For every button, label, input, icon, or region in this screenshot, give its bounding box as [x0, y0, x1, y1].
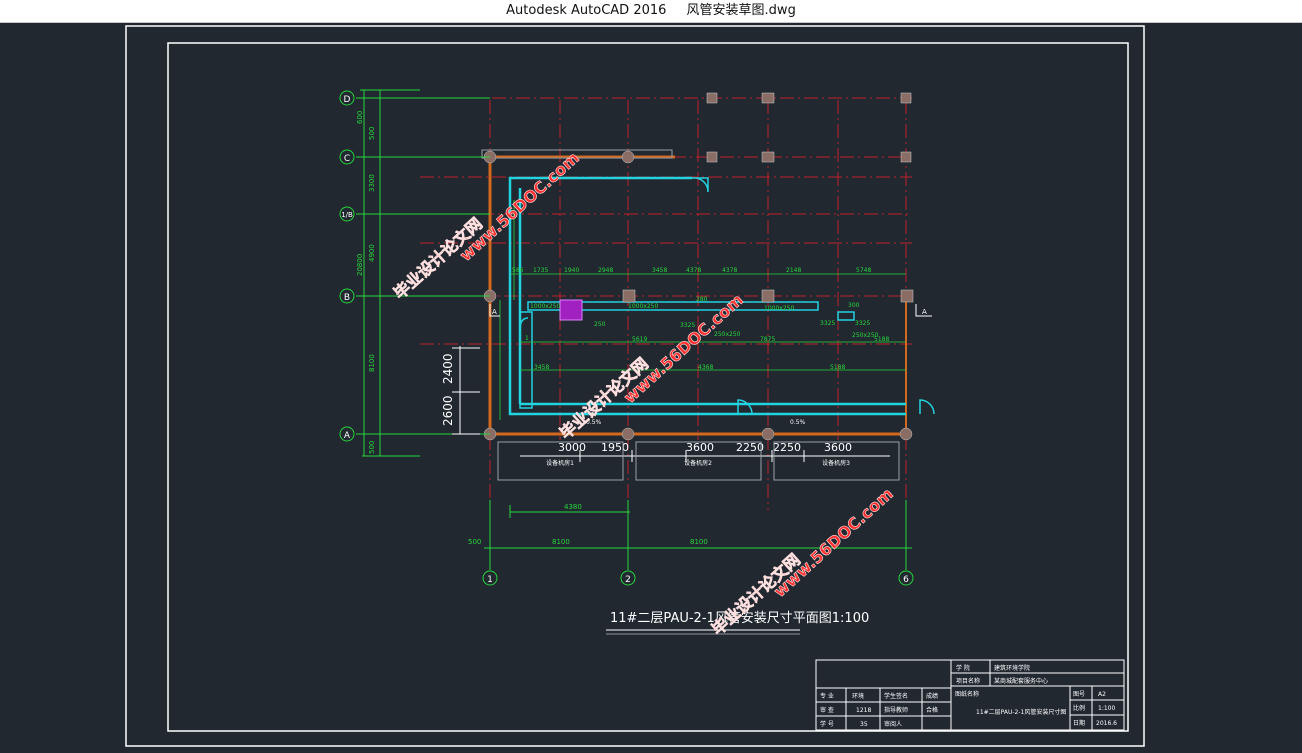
svg-text:设备机房2: 设备机房2: [684, 459, 712, 467]
svg-text:学 院: 学 院: [956, 664, 970, 672]
svg-text:设备机房3: 设备机房3: [822, 459, 850, 467]
svg-text:审阅人: 审阅人: [884, 720, 902, 728]
axis-label: C: [344, 154, 350, 164]
svg-text:设备机房1: 设备机房1: [546, 459, 574, 467]
drawing-canvas[interactable]: 500 3300 4900 8100 500 600 20800 D C 1/B…: [0, 23, 1302, 749]
svg-text:审 查: 审 查: [820, 706, 834, 714]
svg-text:成绩: 成绩: [926, 692, 938, 700]
svg-text:3600: 3600: [824, 441, 852, 454]
svg-text:3458: 3458: [534, 364, 549, 371]
svg-text:3000: 3000: [558, 441, 586, 454]
svg-text:250x250: 250x250: [852, 332, 879, 339]
cad-drawing[interactable]: 500 3300 4900 8100 500 600 20800 D C 1/B…: [0, 23, 1302, 749]
svg-text:8100: 8100: [552, 538, 570, 546]
svg-text:7875: 7875: [760, 336, 775, 343]
axis-bubbles-letters: [339, 90, 355, 442]
svg-text:3458: 3458: [652, 267, 667, 274]
svg-text:某商城配套服务中心: 某商城配套服务中心: [994, 677, 1048, 685]
axis-label: B: [344, 293, 350, 303]
svg-text:8100: 8100: [690, 538, 708, 546]
svg-text:5188: 5188: [830, 364, 845, 371]
svg-text:比例: 比例: [1073, 704, 1085, 712]
svg-text:280: 280: [696, 296, 708, 303]
svg-text:4368: 4368: [698, 364, 713, 371]
section-label-right: A: [922, 308, 927, 316]
svg-text:4380: 4380: [564, 503, 582, 511]
svg-text:指导教师: 指导教师: [884, 706, 908, 714]
svg-text:建筑环境学院: 建筑环境学院: [994, 664, 1030, 672]
dim-text: 8100: [368, 354, 376, 372]
svg-text:4378: 4378: [722, 267, 737, 274]
svg-text:1000x250: 1000x250: [764, 305, 794, 312]
svg-text:A2: A2: [1098, 691, 1106, 698]
svg-text:35: 35: [860, 721, 868, 728]
svg-text:1950: 1950: [601, 441, 629, 454]
left-dims-outer: 500 3300 4900 8100 500 600 20800: [356, 111, 376, 454]
title-block-texts: 学 院 建筑环境学院 项目名称 某商城配套服务中心 图纸名称 11#二层PAU-…: [820, 664, 1117, 728]
svg-text:2016.6: 2016.6: [1096, 720, 1117, 727]
svg-text:1:100: 1:100: [1098, 705, 1115, 712]
axis-numbers: 1 2 6: [487, 575, 909, 585]
svg-text:3325: 3325: [820, 320, 835, 327]
svg-text:学生签名: 学生签名: [884, 692, 908, 700]
svg-text:学 号: 学 号: [820, 720, 834, 728]
svg-text:11#二层PAU-2-1风管安装尺寸图: 11#二层PAU-2-1风管安装尺寸图: [976, 708, 1066, 716]
file-name: 风管安装草图.dwg: [686, 3, 796, 18]
svg-text:300: 300: [848, 302, 860, 309]
svg-text:图纸名称: 图纸名称: [955, 690, 979, 698]
svg-text:2948: 2948: [598, 267, 613, 274]
bottom-dim-texts: 3000 1950 3600 2250 2250 3600: [558, 441, 852, 454]
svg-text:专 业: 专 业: [820, 692, 834, 700]
axis-bubbles-numbers: [482, 570, 914, 586]
svg-text:2250: 2250: [773, 441, 801, 454]
svg-text:2250: 2250: [736, 441, 764, 454]
svg-text:项目名称: 项目名称: [956, 677, 980, 685]
svg-text:图号: 图号: [1073, 691, 1085, 698]
dim-2400: 2400: [441, 353, 455, 384]
svg-text:5619: 5619: [632, 336, 647, 343]
svg-text:0.5%: 0.5%: [790, 419, 806, 426]
svg-text:1940: 1940: [564, 267, 579, 274]
svg-text:2: 2: [625, 575, 631, 585]
dim-text: 500: [368, 441, 376, 454]
svg-text:5748: 5748: [856, 267, 871, 274]
svg-text:250x250: 250x250: [714, 331, 741, 338]
window-title-bar: Autodesk AutoCAD 2016 风管安装草图.dwg: [0, 0, 1302, 23]
svg-text:586: 586: [512, 267, 524, 274]
dim-text: 3300: [368, 174, 376, 192]
svg-text:250: 250: [594, 321, 606, 328]
dim-text: 20800: [356, 254, 364, 276]
air-handling-unit: [559, 299, 583, 321]
svg-text:1: 1: [525, 335, 529, 342]
svg-text:环境: 环境: [852, 692, 864, 700]
svg-text:1: 1: [487, 575, 493, 585]
watermarks: 毕业设计论文网 www.56DOC.com 毕业设计论文网 www.56DOC.…: [390, 148, 897, 639]
svg-text:500: 500: [468, 538, 481, 546]
lower-dim-texts: 500 8100 8100 4380: [468, 503, 708, 546]
svg-text:1000x250: 1000x250: [628, 303, 658, 310]
big-left-dims: [452, 346, 480, 435]
svg-text:3600: 3600: [686, 441, 714, 454]
axis-label: A: [344, 431, 351, 441]
svg-text:3325: 3325: [855, 320, 870, 327]
axis-letters: D C 1/B B A: [341, 95, 353, 441]
svg-text:2148: 2148: [786, 267, 801, 274]
dim-text: 4900: [368, 244, 376, 262]
section-label-left: A: [492, 308, 497, 316]
dim-text: 600: [356, 111, 364, 124]
svg-text:1000x250: 1000x250: [530, 303, 560, 310]
app-title: Autodesk AutoCAD 2016: [506, 3, 667, 18]
axis-label: D: [344, 95, 351, 105]
svg-text:合格: 合格: [926, 706, 938, 714]
svg-text:日期: 日期: [1073, 719, 1085, 727]
svg-text:1735: 1735: [533, 267, 548, 274]
svg-text:6: 6: [903, 575, 909, 585]
axis-label: 1/B: [341, 211, 353, 219]
dim-text: 500: [368, 127, 376, 140]
svg-text:4378: 4378: [686, 267, 701, 274]
svg-text:1218: 1218: [856, 707, 871, 714]
dim-2600: 2600: [441, 395, 455, 426]
watermark-url: www.56DOC.com: [770, 484, 897, 601]
